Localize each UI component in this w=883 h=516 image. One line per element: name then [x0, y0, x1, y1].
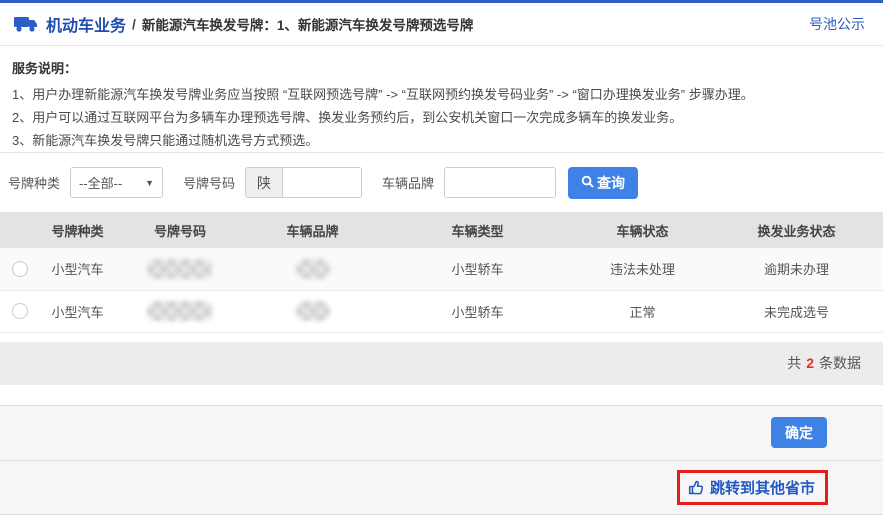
col-header-plate-type: 号牌种类	[40, 212, 115, 248]
plate-no-label: 号牌号码	[183, 173, 235, 192]
results-table: 号牌种类 号牌号码 车辆品牌 车辆类型 车辆状态 换发业务状态 小型汽车 小型轿…	[0, 212, 883, 333]
row-2-plate-type: 小型汽车	[40, 290, 115, 332]
plate-no-input[interactable]	[283, 168, 361, 197]
col-header-vehicle-type: 车辆类型	[380, 212, 575, 248]
search-button-label: 查询	[597, 173, 625, 193]
plate-province-prefix: 陕	[246, 168, 283, 197]
notice-title: 服务说明：	[12, 58, 869, 77]
notice-line-3: 3、新能源汽车换发号牌只能通过随机选号方式预选。	[12, 129, 869, 152]
row-1-brand-redacted	[296, 259, 330, 279]
jump-to-other-province-link[interactable]: 跳转到其他省市	[688, 477, 815, 498]
filter-bar: 号牌种类 --全部-- ▼ 号牌号码 陕 车辆品牌 查询	[0, 153, 883, 212]
jump-section: 跳转到其他省市	[0, 460, 883, 515]
confirm-button[interactable]: 确定	[771, 417, 827, 448]
col-header-brand: 车辆品牌	[245, 212, 380, 248]
notice-line-1: 1、用户办理新能源汽车换发号牌业务应当按照 “互联网预选号牌” -> “互联网预…	[12, 83, 869, 106]
chevron-down-icon: ▼	[145, 178, 154, 188]
notice-line-2: 2、用户可以通过互联网平台为多辆车办理预选号牌、换发业务预约后，到公安机关窗口一…	[12, 106, 869, 129]
col-header-plate-no: 号牌号码	[115, 212, 245, 248]
truck-icon	[14, 15, 38, 33]
row-2-plate-number-redacted	[147, 301, 213, 321]
service-notice: 服务说明： 1、用户办理新能源汽车换发号牌业务应当按照 “互联网预选号牌” ->…	[0, 46, 883, 153]
count-suffix: 条数据	[819, 353, 861, 373]
col-header-business-status: 换发业务状态	[710, 212, 883, 248]
pool-announcement-link[interactable]: 号池公示	[809, 14, 865, 34]
row-2-radio[interactable]	[12, 303, 28, 319]
record-count-bar: 共 2 条数据	[0, 342, 883, 385]
row-1-plate-number-redacted	[147, 259, 213, 279]
row-1-business-status: 逾期未办理	[710, 248, 883, 290]
brand-label: 车辆品牌	[382, 173, 434, 192]
thumb-up-icon	[688, 479, 705, 496]
table-row: 小型汽车 小型轿车 违法未处理 逾期未办理	[0, 248, 883, 290]
row-1-vehicle-status: 违法未处理	[575, 248, 710, 290]
count-prefix: 共	[787, 353, 801, 373]
row-2-business-status: 未完成选号	[710, 290, 883, 332]
row-1-vehicle-type: 小型轿车	[380, 248, 575, 290]
col-header-vehicle-status: 车辆状态	[575, 212, 710, 248]
search-icon	[581, 175, 594, 191]
row-2-vehicle-type: 小型轿车	[380, 290, 575, 332]
table-row: 小型汽车 小型轿车 正常 未完成选号	[0, 290, 883, 332]
brand-input[interactable]	[444, 167, 556, 198]
plate-no-input-group: 陕	[245, 167, 362, 198]
row-1-radio[interactable]	[12, 261, 28, 277]
header-radio-col	[0, 212, 40, 248]
plate-type-label: 号牌种类	[8, 173, 60, 192]
page-header: 机动车业务 / 新能源汽车换发号牌：1、新能源汽车换发号牌预选号牌 号池公示	[0, 3, 883, 46]
title-separator: /	[132, 16, 136, 32]
table-header-row: 号牌种类 号牌号码 车辆品牌 车辆类型 车辆状态 换发业务状态	[0, 212, 883, 248]
search-button[interactable]: 查询	[568, 167, 638, 199]
red-highlight-box: 跳转到其他省市	[677, 470, 828, 505]
record-count: 2	[806, 355, 814, 371]
plate-type-select[interactable]: --全部-- ▼	[70, 167, 163, 198]
row-2-vehicle-status: 正常	[575, 290, 710, 332]
plate-type-selected-value: --全部--	[79, 173, 145, 192]
row-1-plate-type: 小型汽车	[40, 248, 115, 290]
jump-link-label: 跳转到其他省市	[710, 477, 815, 498]
page-subtitle: 新能源汽车换发号牌：1、新能源汽车换发号牌预选号牌	[142, 14, 474, 34]
row-2-brand-redacted	[296, 301, 330, 321]
confirm-section: 确定	[0, 405, 883, 460]
page-title: 机动车业务	[46, 12, 126, 36]
